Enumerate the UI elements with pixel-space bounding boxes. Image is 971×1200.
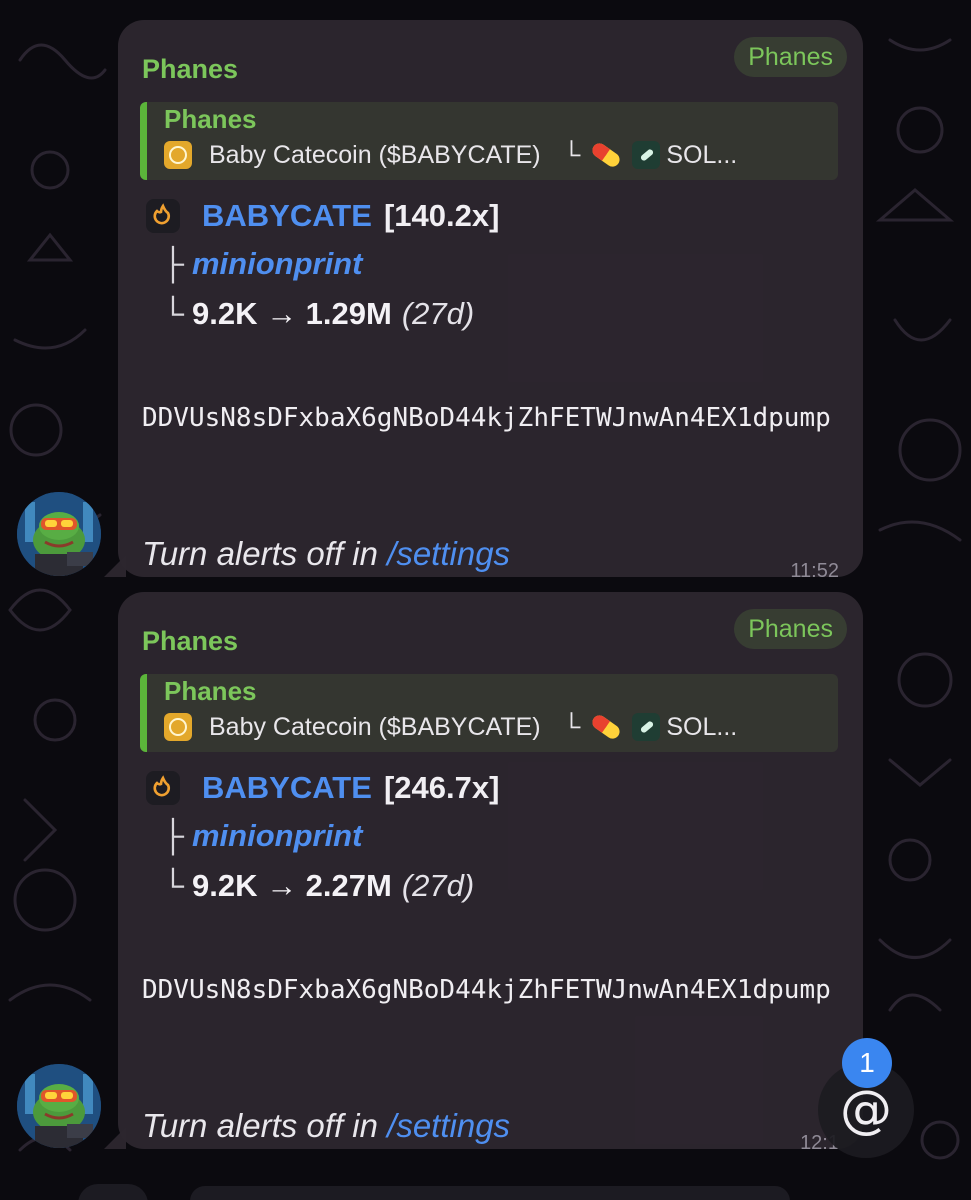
message-bubble[interactable]: Phanes Phanes Phanes Baby Catecoin ($BAB… (104, 592, 863, 1154)
fire-icon (146, 771, 180, 805)
sender-avatar[interactable] (17, 492, 101, 576)
reply-quote[interactable]: Phanes Baby Catecoin ($BABYCATE) └ SOL..… (140, 102, 838, 180)
marketcap-line: └ 9.2K → 2.27M (27d) (162, 868, 474, 904)
message-time: 11:52 (790, 560, 839, 582)
reply-token-name: Baby Catecoin ($BABYCATE) (209, 712, 541, 741)
footer-label: Turn alerts off in (142, 1107, 388, 1144)
token-multiplier: [246.7x] (383, 770, 500, 805)
at-icon: @ (840, 1080, 892, 1140)
sol-icon (632, 713, 661, 741)
contract-address[interactable]: DDVUsN8sDFxbaX6gNBoD44kjZhFETWJnwAn4EX1d… (142, 966, 852, 1014)
sol-icon (632, 141, 661, 169)
reply-text: Baby Catecoin ($BABYCATE) └ SOL... (164, 140, 737, 170)
sender-name[interactable]: Phanes (142, 626, 238, 657)
pill-icon (592, 715, 620, 739)
footer-text: Turn alerts off in /settings (142, 1107, 510, 1145)
token-symbol-link[interactable]: BABYCATE (202, 198, 372, 234)
caller-link[interactable]: minionprint (192, 246, 362, 282)
reply-quote[interactable]: Phanes Baby Catecoin ($BABYCATE) └ SOL..… (140, 674, 838, 752)
settings-link[interactable]: /settings (387, 1107, 510, 1144)
reply-chain: SOL... (666, 140, 738, 169)
tree-prefix: ├ (162, 246, 184, 281)
reply-tree-char: └ (562, 712, 581, 741)
marketcap-value: 9.2K → 1.29M (191, 296, 392, 331)
unread-mentions-badge: 1 (842, 1038, 892, 1088)
caller-line: ├ minionprint (162, 818, 362, 854)
token-symbol-link[interactable]: BABYCATE (202, 770, 372, 806)
settings-link[interactable]: /settings (387, 535, 510, 572)
token-multiplier: [140.2x] (383, 198, 500, 233)
message-bubble[interactable]: Phanes Phanes Phanes Baby Catecoin ($BAB… (104, 20, 863, 582)
coin-icon (164, 141, 192, 169)
marketcap-value: 9.2K → 2.27M (191, 868, 392, 903)
marketcap-age: (27d) (401, 296, 475, 331)
sender-badge: Phanes (734, 37, 847, 77)
frog-avatar-icon (17, 1064, 101, 1148)
pill-icon (592, 143, 620, 167)
caller-link[interactable]: minionprint (192, 818, 362, 854)
sender-avatar[interactable] (17, 1064, 101, 1148)
reply-token-name: Baby Catecoin ($BABYCATE) (209, 140, 541, 169)
message-input[interactable] (190, 1186, 790, 1200)
tree-prefix: └ (162, 296, 184, 331)
contract-address[interactable]: DDVUsN8sDFxbaX6gNBoD44kjZhFETWJnwAn4EX1d… (142, 394, 852, 442)
sender-badge: Phanes (734, 609, 847, 649)
coin-icon (164, 713, 192, 741)
reply-tree-char: └ (562, 140, 581, 169)
reply-sender-name: Phanes (164, 676, 257, 706)
caller-line: ├ minionprint (162, 246, 362, 282)
marketcap-line: └ 9.2K → 1.29M (27d) (162, 296, 474, 332)
tree-prefix: ├ (162, 818, 184, 853)
tree-prefix: └ (162, 868, 184, 903)
token-line: BABYCATE [140.2x] (146, 198, 499, 234)
sender-name[interactable]: Phanes (142, 54, 238, 85)
footer-text: Turn alerts off in /settings (142, 535, 510, 573)
reply-text: Baby Catecoin ($BABYCATE) └ SOL... (164, 712, 737, 742)
footer-label: Turn alerts off in (142, 535, 388, 572)
reply-chain: SOL... (666, 712, 738, 741)
marketcap-age: (27d) (401, 868, 475, 903)
fire-icon (146, 199, 180, 233)
token-line: BABYCATE [246.7x] (146, 770, 499, 806)
reply-sender-name: Phanes (164, 104, 257, 134)
attach-button[interactable] (78, 1184, 148, 1200)
frog-avatar-icon (17, 492, 101, 576)
